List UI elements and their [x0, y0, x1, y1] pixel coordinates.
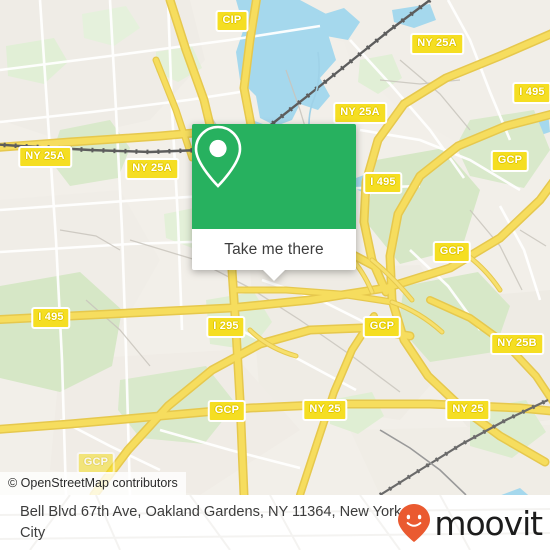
shield-gcp-1: GCP	[490, 150, 530, 172]
shield-ny25a-2: NY 25A	[333, 102, 387, 124]
shield-ny25-1: NY 25	[302, 399, 348, 421]
shield-ny25b: NY 25B	[490, 333, 544, 355]
moovit-pin-smiley-icon	[398, 503, 431, 542]
shield-ny25a-1: NY 25A	[410, 33, 464, 55]
take-me-there-label: Take me there	[224, 240, 324, 258]
shield-i295: I 295	[206, 316, 246, 338]
shield-gcp-4: GCP	[207, 400, 247, 422]
shield-cip: CIP	[215, 10, 249, 32]
address-label: Bell Blvd 67th Ave, Oakland Gardens, NY …	[20, 503, 402, 541]
moovit-wordmark: moovit	[434, 504, 543, 543]
popup-image-area	[192, 124, 356, 229]
shield-gcp-3: GCP	[362, 316, 402, 338]
map-screenshot: CIP NY 25A I 495 NY 25A NY 25A NY 25A I …	[0, 0, 550, 550]
moovit-brand: moovit	[397, 503, 543, 543]
shield-ny25a-4: NY 25A	[125, 158, 179, 180]
location-popup[interactable]: Take me there	[192, 124, 356, 281]
shield-ny25-2: NY 25	[445, 399, 491, 421]
location-pin-icon	[194, 125, 242, 188]
shield-gcp-2: GCP	[432, 241, 472, 263]
map-canvas[interactable]: CIP NY 25A I 495 NY 25A NY 25A NY 25A I …	[0, 0, 550, 495]
popup-action-bar[interactable]: Take me there	[192, 229, 356, 281]
shield-i495-3: I 495	[31, 307, 71, 329]
footer-bar: Bell Blvd 67th Ave, Oakland Gardens, NY …	[0, 495, 550, 550]
shield-i495-1: I 495	[512, 82, 550, 104]
osm-attribution[interactable]: © OpenStreetMap contributors	[0, 471, 186, 495]
popup-tail	[262, 269, 286, 281]
shield-ny25a-3: NY 25A	[18, 146, 72, 168]
shield-i495-2: I 495	[363, 172, 403, 194]
